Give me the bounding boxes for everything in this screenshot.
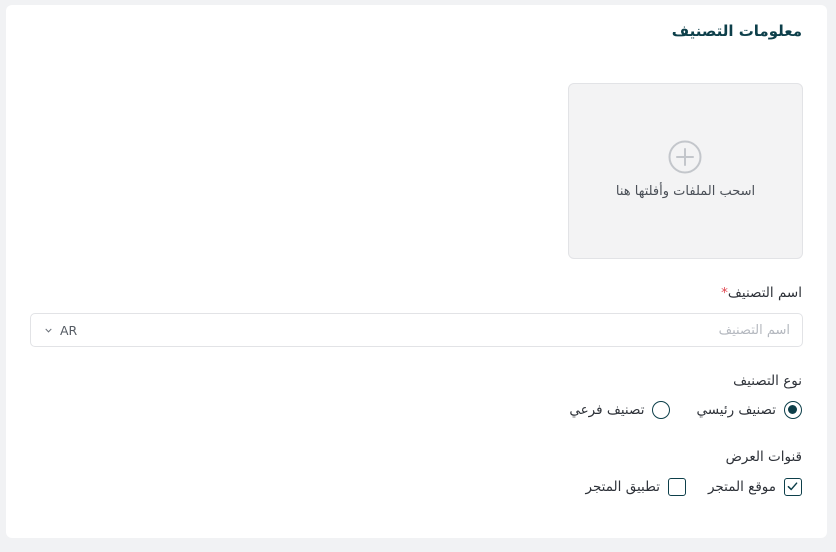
language-value: AR — [60, 322, 78, 338]
radio-checked[interactable] — [784, 401, 802, 419]
checkbox-store-app[interactable]: تطبيق المتجر — [586, 478, 686, 496]
category-name-field: AR — [30, 313, 803, 347]
required-mark: * — [721, 285, 728, 301]
section-title: معلومات التصنيف — [671, 22, 802, 40]
plus-circle-icon — [668, 140, 702, 174]
radio-sub-category-label: تصنيف فرعي — [569, 402, 645, 418]
check-icon — [787, 482, 798, 491]
category-name-input[interactable] — [112, 314, 802, 346]
image-dropzone[interactable]: اسحب الملفات وأفلتها هنا — [568, 83, 803, 259]
category-type-label: نوع التصنيف — [733, 373, 802, 389]
language-select[interactable]: AR — [31, 314, 101, 346]
chevron-down-icon — [45, 328, 52, 333]
category-name-label: اسم التصنيف* — [717, 285, 802, 301]
checkbox-unchecked[interactable] — [667, 478, 686, 496]
checkbox-checked[interactable] — [784, 478, 802, 496]
category-name-label-text: اسم التصنيف — [727, 285, 802, 301]
checkbox-store-app-label: تطبيق المتجر — [585, 479, 660, 495]
display-channels-label: قنوات العرض — [725, 449, 802, 465]
checkbox-store-website[interactable]: موقع المتجر — [708, 478, 802, 496]
category-info-card: معلومات التصنيف اسحب الملفات وأفلتها هنا… — [6, 5, 827, 538]
category-type-options: تصنيف رئيسي تصنيف فرعي — [569, 401, 802, 419]
radio-main-category[interactable]: تصنيف رئيسي — [696, 401, 802, 419]
radio-main-category-label: تصنيف رئيسي — [696, 402, 776, 418]
checkbox-store-website-label: موقع المتجر — [707, 479, 776, 495]
radio-unchecked[interactable] — [652, 401, 671, 419]
dropzone-text: اسحب الملفات وأفلتها هنا — [615, 184, 756, 199]
radio-sub-category[interactable]: تصنيف فرعي — [569, 401, 671, 419]
display-channels-options: موقع المتجر تطبيق المتجر — [586, 478, 802, 496]
